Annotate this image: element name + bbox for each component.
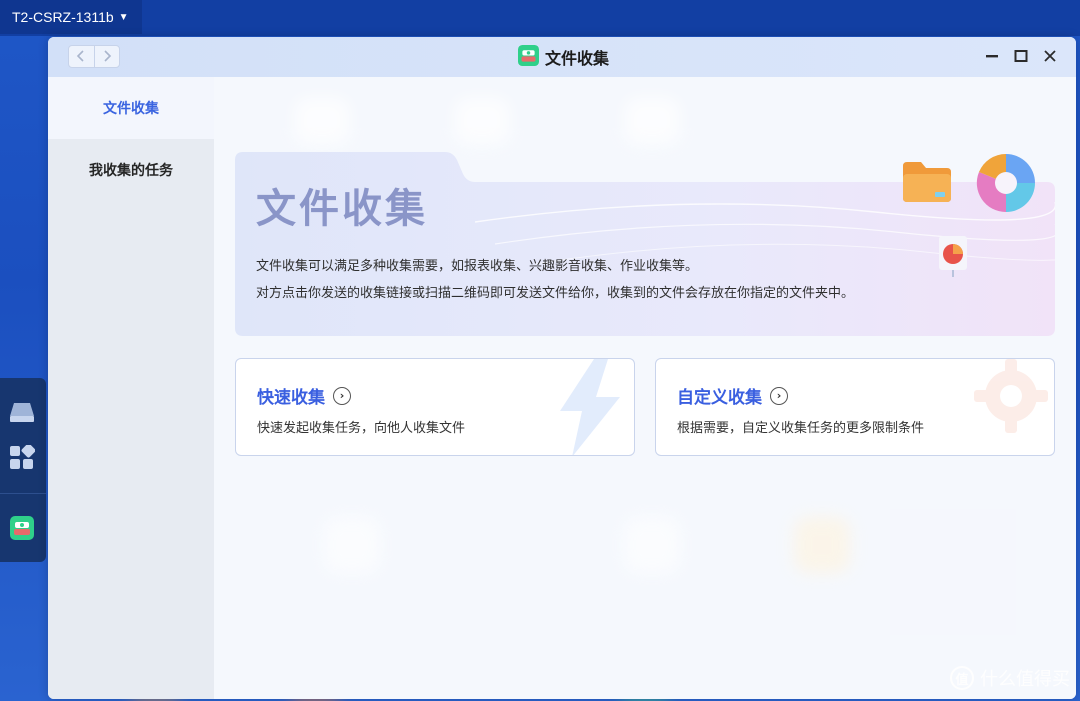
background-blur <box>624 517 680 573</box>
watermark: 值 什么值得买 <box>950 665 1070 691</box>
close-icon <box>1043 48 1057 67</box>
quick-collect-desc: 快速发起收集任务，向他人收集文件 <box>257 421 466 436</box>
nav-buttons <box>68 45 120 68</box>
desktop-dock <box>0 378 46 562</box>
app-window: 文件收集 文件收集 我收集的任务 文件收集 文件收集可以满足多种收集需要，如报表… <box>48 37 1076 699</box>
gear-icon <box>968 359 1054 443</box>
chevron-left-icon <box>76 47 86 66</box>
chevron-right-circle-icon: › <box>333 386 351 405</box>
main-content: 文件收集 文件收集可以满足多种收集需要，如报表收集、兴趣影音收集、作业收集等。 … <box>214 77 1076 699</box>
custom-collect-title: 自定义收集 › <box>677 383 788 408</box>
minimize-icon <box>985 48 999 67</box>
maximize-button[interactable] <box>1011 47 1031 67</box>
background-blur <box>624 97 680 145</box>
apps-grid-icon[interactable] <box>8 444 36 472</box>
chevron-right-icon <box>102 47 112 66</box>
quick-collect-title: 快速收集 › <box>257 383 351 408</box>
report-icon <box>933 232 973 282</box>
background-blur <box>454 97 510 145</box>
background-blur <box>294 97 350 145</box>
custom-collect-card[interactable]: 自定义收集 › 根据需要，自定义收集任务的更多限制条件 <box>655 358 1055 456</box>
background-blur <box>794 517 850 573</box>
file-collect-app-icon <box>518 44 539 70</box>
background-blur <box>324 517 380 573</box>
chevron-down-icon: ▼ <box>118 11 129 23</box>
folder-icon <box>899 158 955 210</box>
lightning-icon <box>546 359 626 455</box>
maximize-icon <box>1014 48 1028 67</box>
pie-chart-icon <box>975 150 1037 220</box>
window-title-text: 文件收集 <box>545 49 610 68</box>
watermark-logo: 值 <box>950 666 974 690</box>
sidebar: 文件收集 我收集的任务 <box>48 77 214 699</box>
hero-description-1: 文件收集可以满足多种收集需要，如报表收集、兴趣影音收集、作业收集等。 <box>256 259 699 274</box>
desktop-topbar: T2-CSRZ-1311b ▼ <box>0 0 1080 36</box>
window-titlebar[interactable]: 文件收集 <box>48 37 1076 77</box>
hero-title: 文件收集 <box>256 186 428 232</box>
device-switcher[interactable]: T2-CSRZ-1311b ▼ <box>0 0 142 34</box>
drive-icon[interactable] <box>8 398 36 426</box>
quick-collect-card[interactable]: 快速收集 › 快速发起收集任务，向他人收集文件 <box>235 358 635 456</box>
sidebar-item-label: 我收集的任务 <box>89 163 173 179</box>
file-collect-app-icon[interactable] <box>8 514 36 542</box>
card-title-text: 快速收集 <box>257 388 325 408</box>
minimize-button[interactable] <box>982 47 1002 67</box>
hero-banner: 文件收集 文件收集可以满足多种收集需要，如报表收集、兴趣影音收集、作业收集等。 … <box>235 152 1055 336</box>
card-title-text: 自定义收集 <box>677 388 762 408</box>
watermark-text: 什么值得买 <box>980 669 1070 690</box>
hero-description-2: 对方点击你发送的收集链接或扫描二维码即可发送文件给你，收集到的文件会存放在你指定… <box>256 286 855 301</box>
sidebar-item-label: 文件收集 <box>103 101 159 117</box>
custom-collect-desc: 根据需要，自定义收集任务的更多限制条件 <box>677 421 925 436</box>
close-button[interactable] <box>1040 47 1060 67</box>
forward-button[interactable] <box>93 46 119 67</box>
back-button[interactable] <box>69 46 94 67</box>
device-name: T2-CSRZ-1311b <box>12 9 114 25</box>
chevron-right-circle-icon: › <box>770 386 788 405</box>
sidebar-item-my-tasks[interactable]: 我收集的任务 <box>48 139 214 201</box>
window-title: 文件收集 <box>518 44 610 70</box>
dock-divider <box>0 493 46 494</box>
sidebar-item-file-collect[interactable]: 文件收集 <box>48 77 214 139</box>
